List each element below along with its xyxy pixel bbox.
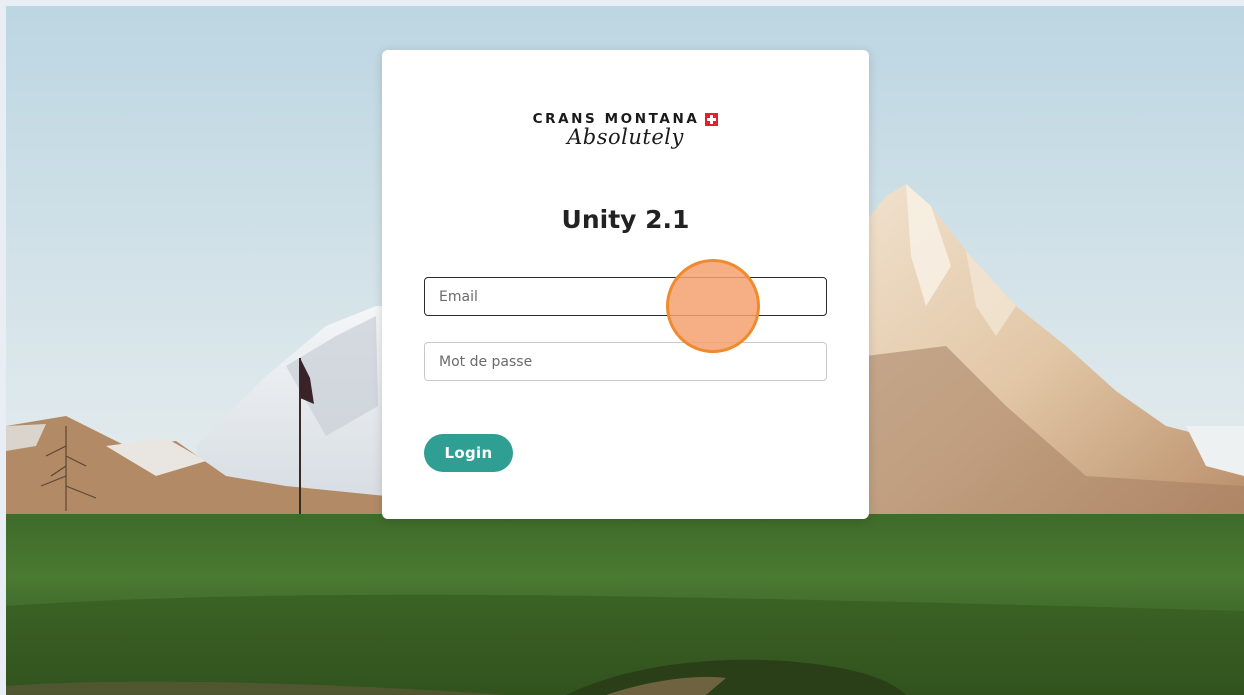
crans-montana-logo: CRANS MONTANA Absolutely <box>382 108 869 149</box>
password-field[interactable] <box>424 342 827 381</box>
login-page: CRANS MONTANA Absolutely Unity 2.1 Login <box>6 6 1244 695</box>
login-button[interactable]: Login <box>424 434 513 472</box>
click-indicator <box>666 259 760 353</box>
email-field[interactable] <box>424 277 827 316</box>
page-title: Unity 2.1 <box>561 205 690 234</box>
logo-tagline: Absolutely <box>567 125 684 149</box>
login-card: CRANS MONTANA Absolutely Unity 2.1 Login <box>382 50 869 519</box>
swiss-flag-icon <box>705 112 719 126</box>
